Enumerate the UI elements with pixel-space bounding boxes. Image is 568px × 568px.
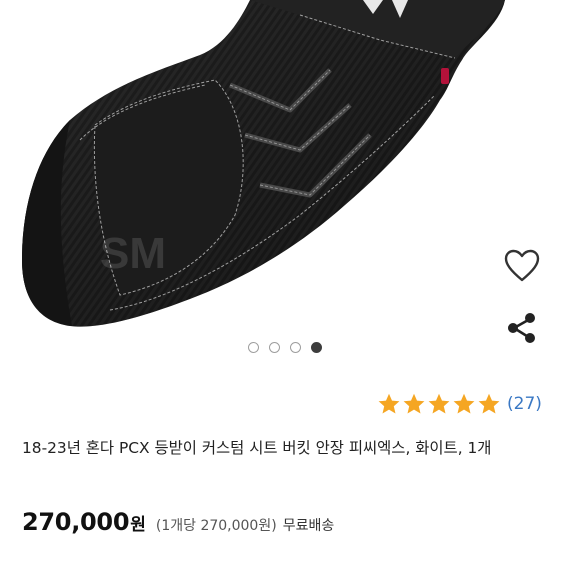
image-pagination xyxy=(0,342,568,358)
price-amount: 270,000 xyxy=(22,508,130,536)
star-icon xyxy=(452,392,476,416)
shipping-info: 무료배송 xyxy=(282,518,335,534)
share-button[interactable] xyxy=(504,310,540,346)
pagination-dot[interactable] xyxy=(269,342,280,353)
product-image[interactable]: SM xyxy=(0,0,568,340)
watermark-text: SM xyxy=(100,229,166,278)
price-currency: 원 xyxy=(130,515,146,535)
heart-outline-icon xyxy=(502,249,542,289)
star-icon xyxy=(477,392,501,416)
star-icon xyxy=(402,392,426,416)
star-icon xyxy=(377,392,401,416)
product-title: 18-23년 혼다 PCX 등받이 커스텀 시트 버킷 안장 피씨엑스, 화이트… xyxy=(22,439,492,457)
review-count[interactable]: (27) xyxy=(507,394,542,414)
favorite-button[interactable] xyxy=(502,247,542,285)
price-row: 270,000 원 (1개당 270,000원) 무료배송 xyxy=(22,508,334,536)
rating-summary[interactable]: (27) xyxy=(377,390,542,418)
star-rating xyxy=(377,392,501,416)
pagination-dot[interactable] xyxy=(290,342,301,353)
pagination-dot[interactable] xyxy=(248,342,259,353)
star-icon xyxy=(427,392,451,416)
seat-photo: SM xyxy=(22,0,505,327)
unit-price: (1개당 270,000원) xyxy=(155,518,277,534)
pagination-dot-active[interactable] xyxy=(311,342,322,353)
